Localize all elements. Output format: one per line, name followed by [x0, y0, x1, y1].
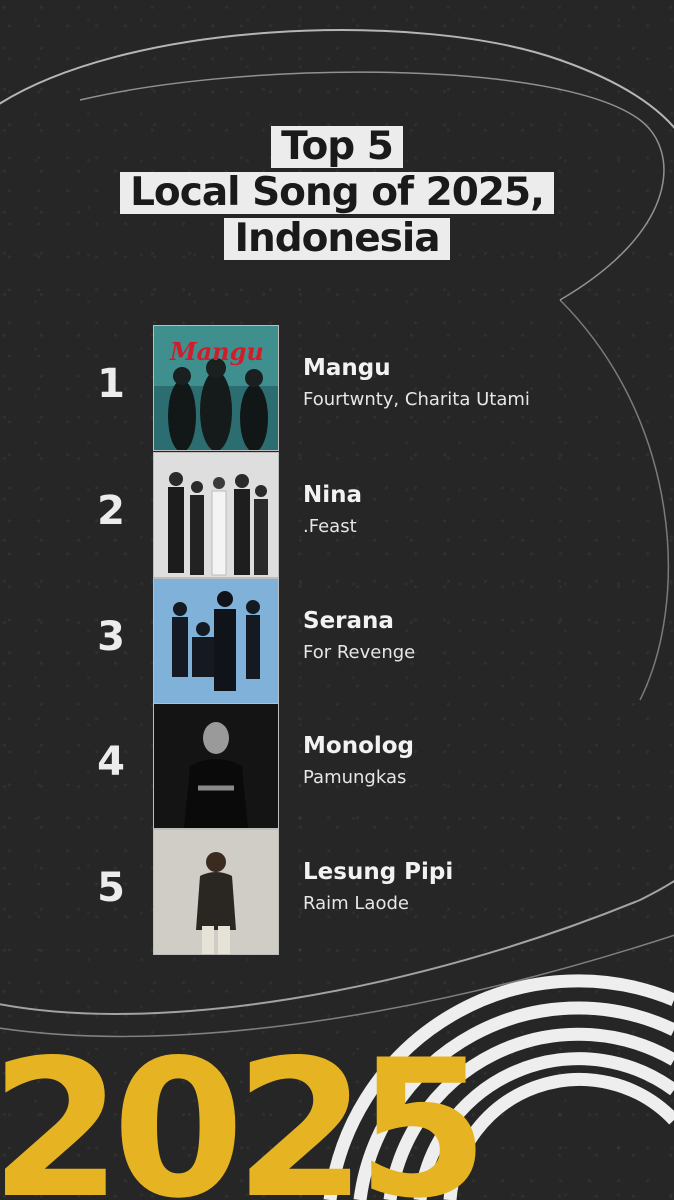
- song-artist: Fourtwnty, Charita Utami: [303, 389, 530, 410]
- song-row-1[interactable]: 1 Mangu Mangu Fourtwnty, Charita Utami: [0, 325, 674, 451]
- song-title: Monolog: [303, 733, 415, 759]
- song-title: Mangu: [303, 355, 391, 381]
- portrait-light-icon: [154, 830, 278, 954]
- song-row-4[interactable]: 4 Monolog Pamungkas: [0, 703, 674, 829]
- band-photo-white-icon: [154, 453, 278, 577]
- song-artist: For Revenge: [303, 642, 416, 663]
- title-line-3: Indonesia: [224, 218, 450, 260]
- album-cover-serana: [153, 578, 279, 704]
- rank-number: 3: [97, 614, 125, 660]
- year-2025-graphic: 2025: [0, 970, 674, 1200]
- cover-title-text: Mangu: [169, 337, 264, 366]
- song-title: Nina: [303, 482, 363, 508]
- song-title: Lesung Pipi: [303, 859, 454, 885]
- song-title: Serana: [303, 608, 394, 634]
- rank-number: 4: [97, 739, 125, 785]
- band-photo-blue-icon: [154, 579, 278, 703]
- band-photo-teal-icon: Mangu: [154, 326, 278, 450]
- song-artist: Pamungkas: [303, 767, 407, 788]
- portrait-dark-icon: [154, 704, 278, 828]
- arc-stripes-icon: 2025: [0, 974, 674, 1200]
- song-row-2[interactable]: 2 Nina .Feast: [0, 452, 674, 578]
- title-line-1: Top 5: [271, 126, 403, 168]
- album-cover-monolog: [153, 703, 279, 829]
- song-row-5[interactable]: 5 Lesung Pipi Raim Laode: [0, 829, 674, 955]
- song-artist: Raim Laode: [303, 893, 409, 914]
- album-cover-nina: [153, 452, 279, 578]
- rank-number: 2: [97, 488, 125, 534]
- title-block: Top 5 Local Song of 2025, Indonesia: [0, 126, 674, 260]
- song-artist: .Feast: [303, 516, 357, 537]
- rank-number: 5: [97, 865, 125, 911]
- album-cover-mangu: Mangu: [153, 325, 279, 451]
- year-text: 2025: [0, 1019, 479, 1200]
- title-line-2: Local Song of 2025,: [120, 172, 554, 214]
- song-row-3[interactable]: 3 Serana For Revenge: [0, 578, 674, 704]
- rank-number: 1: [97, 361, 125, 407]
- album-cover-lesung-pipi: [153, 829, 279, 955]
